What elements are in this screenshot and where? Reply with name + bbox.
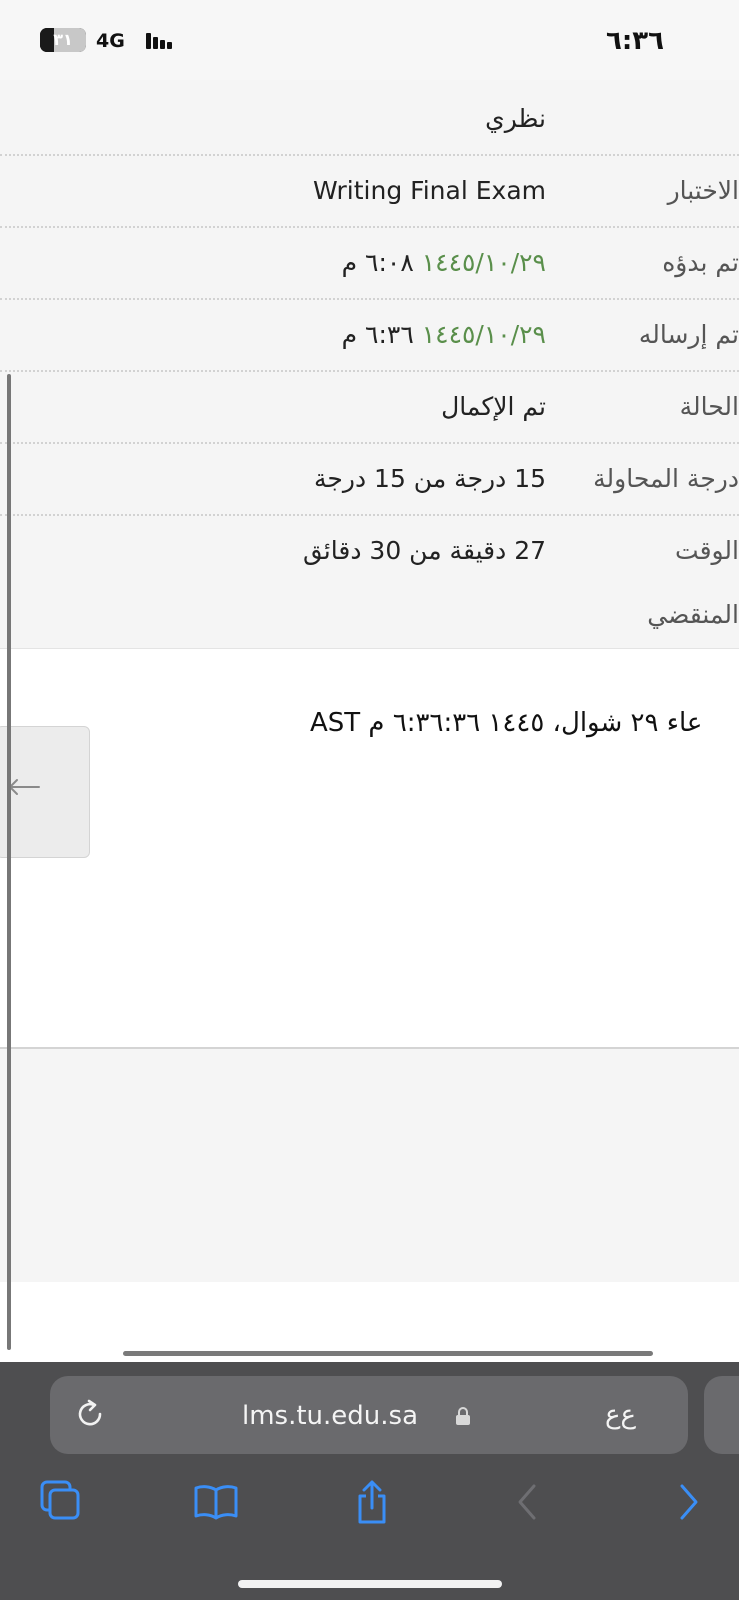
tabs-icon[interactable] — [38, 1478, 86, 1526]
time-taken-value: 27 دقيقة من 30 دقائق — [302, 536, 546, 565]
battery-percent: ٣١ — [53, 30, 73, 49]
signal-bars-icon — [146, 33, 172, 49]
horizontal-scrollbar[interactable] — [123, 1351, 653, 1356]
time-taken-label: الوقت — [675, 536, 739, 565]
started-time: ٦:٠٨ م — [341, 248, 414, 277]
started-label: تم بدؤه — [662, 248, 739, 277]
text-size-button[interactable]: ع‌ع — [605, 1398, 636, 1432]
home-indicator — [238, 1580, 502, 1588]
back-nav-icon[interactable] — [504, 1478, 552, 1526]
status-time: ٦:٣٦ — [605, 26, 664, 56]
footer-date: عاء ٢٩ شوال، ١٤٤٥ ٦:٣٦:٣٦ م AST — [310, 708, 703, 738]
next-tab-preview[interactable] — [704, 1376, 739, 1454]
status-label: الحالة — [679, 392, 739, 421]
time-taken-label-line2: المنقضي — [647, 600, 739, 629]
network-type: 4G — [96, 30, 125, 52]
back-button[interactable] — [0, 726, 90, 858]
lock-icon — [456, 1407, 470, 1425]
submitted-label: تم إرساله — [638, 320, 739, 349]
summary-row-time-taken: الوقت المنقضي 27 دقيقة من 30 دقائق — [0, 516, 739, 648]
grade-value: 15 درجة من 15 درجة — [314, 464, 546, 493]
reload-icon[interactable] — [74, 1398, 106, 1430]
share-icon[interactable] — [348, 1478, 396, 1526]
page-bottom-area — [0, 1282, 739, 1362]
summary-row-status: الحالة تم الإكمال — [0, 372, 739, 444]
vertical-scrollbar[interactable] — [7, 374, 11, 1350]
battery-icon: ٣١ — [40, 28, 86, 52]
submitted-value: ١٤٤٥/١٠/٢٩ ٦:٣٦ م — [342, 318, 546, 352]
submitted-date: ١٤٤٥/١٠/٢٩ — [421, 320, 546, 349]
arrow-left-icon — [9, 779, 40, 795]
exam-type-value: نظري — [485, 104, 546, 133]
quiz-name-value: Writing Final Exam — [312, 176, 546, 205]
status-value: تم الإكمال — [441, 392, 546, 421]
forward-nav-icon[interactable] — [664, 1478, 712, 1526]
summary-row-submitted: تم إرساله ١٤٤٥/١٠/٢٩ ٦:٣٦ م — [0, 300, 739, 372]
summary-row-started: تم بدؤه ١٤٤٥/١٠/٢٩ ٦:٠٨ م — [0, 228, 739, 300]
bookmarks-icon[interactable] — [192, 1478, 240, 1526]
started-date: ١٤٤٥/١٠/٢٩ — [421, 248, 546, 277]
summary-row-grade: درجة المحاولة 15 درجة من 15 درجة — [0, 444, 739, 516]
summary-row-quiz: الاختبار Writing Final Exam — [0, 156, 739, 228]
grade-label: درجة المحاولة — [593, 464, 739, 493]
submitted-time: ٦:٣٦ م — [341, 320, 414, 349]
started-value: ١٤٤٥/١٠/٢٩ ٦:٠٨ م — [342, 246, 546, 280]
quiz-label: الاختبار — [667, 176, 739, 205]
summary-row-type: نظري — [0, 82, 739, 156]
